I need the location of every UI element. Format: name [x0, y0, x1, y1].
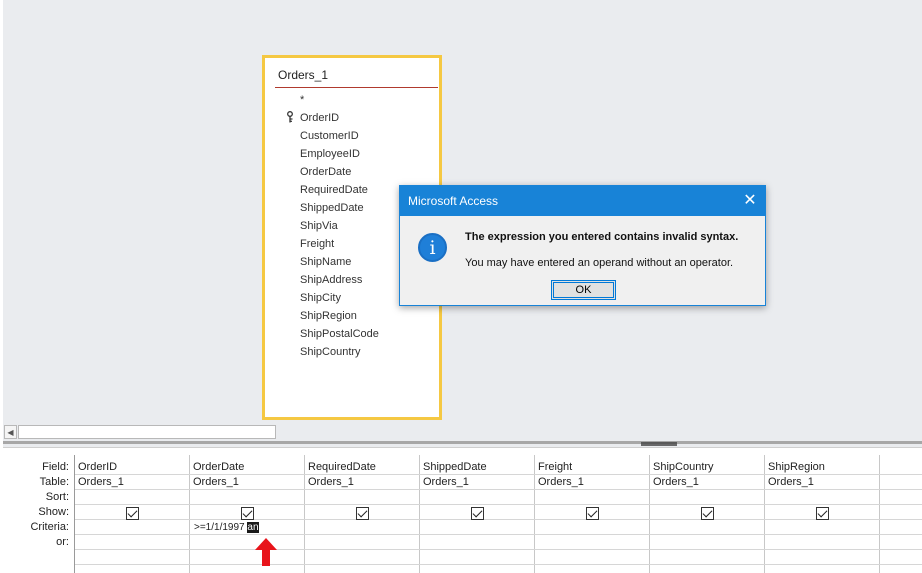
grid-field-cell[interactable]: Freight [538, 461, 572, 473]
row-label-field: Field: [42, 461, 69, 473]
annotation-arrow-icon [255, 538, 277, 566]
dialog-titlebar[interactable]: Microsoft Access ✕ [400, 186, 765, 216]
key-icon [286, 111, 294, 126]
field-item-freight[interactable]: Freight [300, 237, 334, 251]
field-item-shipname[interactable]: ShipName [300, 255, 351, 269]
criteria-selected-text: an [247, 522, 259, 533]
field-item-asterisk[interactable]: * [300, 93, 304, 107]
grid-field-cell[interactable]: ShipCountry [653, 461, 714, 473]
row-separator [75, 489, 922, 490]
field-item-orderid[interactable]: OrderID [300, 111, 339, 125]
field-item-employeeid[interactable]: EmployeeID [300, 147, 360, 161]
column-separator[interactable] [764, 455, 765, 573]
field-item-customerid[interactable]: CustomerID [300, 129, 359, 143]
splitter-grip-icon[interactable] [641, 442, 677, 446]
grid-table-cell[interactable]: Orders_1 [768, 476, 814, 488]
pane-splitter[interactable] [3, 441, 922, 448]
field-item-shippostalcode[interactable]: ShipPostalCode [300, 327, 379, 341]
field-list-title[interactable]: Orders_1 [278, 68, 328, 82]
grid-field-cell[interactable]: RequiredDate [308, 461, 376, 473]
grid-field-cell[interactable]: OrderDate [193, 461, 244, 473]
field-list-divider [275, 87, 438, 88]
show-checkbox[interactable] [816, 507, 829, 520]
row-separator [75, 474, 922, 475]
close-icon[interactable]: ✕ [739, 189, 761, 211]
grid-table-cell[interactable]: Orders_1 [193, 476, 239, 488]
row-label-table: Table: [39, 476, 69, 488]
column-separator[interactable] [534, 455, 535, 573]
grid-field-cell[interactable]: OrderID [78, 461, 117, 473]
field-item-shipregion[interactable]: ShipRegion [300, 309, 357, 323]
dialog-message-detail: You may have entered an operand without … [465, 257, 734, 269]
field-item-shipcity[interactable]: ShipCity [300, 291, 341, 305]
grid-left-border [74, 455, 75, 573]
grid-table-cell[interactable]: Orders_1 [538, 476, 584, 488]
ok-button[interactable]: OK [551, 280, 616, 300]
show-checkbox[interactable] [471, 507, 484, 520]
criteria-value: >=1/1/1997 [194, 522, 248, 533]
info-icon: i [418, 233, 447, 262]
field-item-orderdate[interactable]: OrderDate [300, 165, 351, 179]
grid-table-cell[interactable]: Orders_1 [78, 476, 124, 488]
row-label-sort: Sort: [45, 491, 69, 503]
show-checkbox[interactable] [241, 507, 254, 520]
column-separator[interactable] [419, 455, 420, 573]
field-item-shipcountry[interactable]: ShipCountry [300, 345, 361, 359]
column-separator[interactable] [189, 455, 190, 573]
dialog-message-main: The expression you entered contains inva… [465, 231, 739, 243]
show-checkbox[interactable] [701, 507, 714, 520]
dialog-title: Microsoft Access [408, 194, 499, 208]
field-item-shipaddress[interactable]: ShipAddress [300, 273, 362, 287]
row-separator [75, 549, 922, 550]
grid-field-cell[interactable]: ShippedDate [423, 461, 487, 473]
scroll-left-arrow-icon[interactable]: ◀ [4, 425, 17, 439]
row-label-show: Show: [38, 506, 69, 518]
error-dialog: Microsoft Access ✕ i The expression you … [399, 185, 766, 306]
row-separator [75, 564, 922, 565]
scrollbar-thumb[interactable] [18, 425, 276, 439]
grid-table-cell[interactable]: Orders_1 [653, 476, 699, 488]
row-separator [75, 504, 922, 505]
row-label-criteria: Criteria: [30, 521, 69, 533]
column-separator[interactable] [304, 455, 305, 573]
show-checkbox[interactable] [356, 507, 369, 520]
column-separator[interactable] [649, 455, 650, 573]
column-separator[interactable] [879, 455, 880, 573]
row-separator [75, 519, 922, 520]
show-checkbox[interactable] [586, 507, 599, 520]
row-label-or: or: [56, 536, 69, 548]
field-item-shippeddate[interactable]: ShippedDate [300, 201, 364, 215]
row-separator [75, 534, 922, 535]
show-checkbox[interactable] [126, 507, 139, 520]
grid-table-cell[interactable]: Orders_1 [423, 476, 469, 488]
field-item-requireddate[interactable]: RequiredDate [300, 183, 368, 197]
grid-table-cell[interactable]: Orders_1 [308, 476, 354, 488]
grid-field-cell[interactable]: ShipRegion [768, 461, 825, 473]
field-item-shipvia[interactable]: ShipVia [300, 219, 338, 233]
criteria-cell-orderdate[interactable]: >=1/1/1997 an [194, 522, 259, 533]
